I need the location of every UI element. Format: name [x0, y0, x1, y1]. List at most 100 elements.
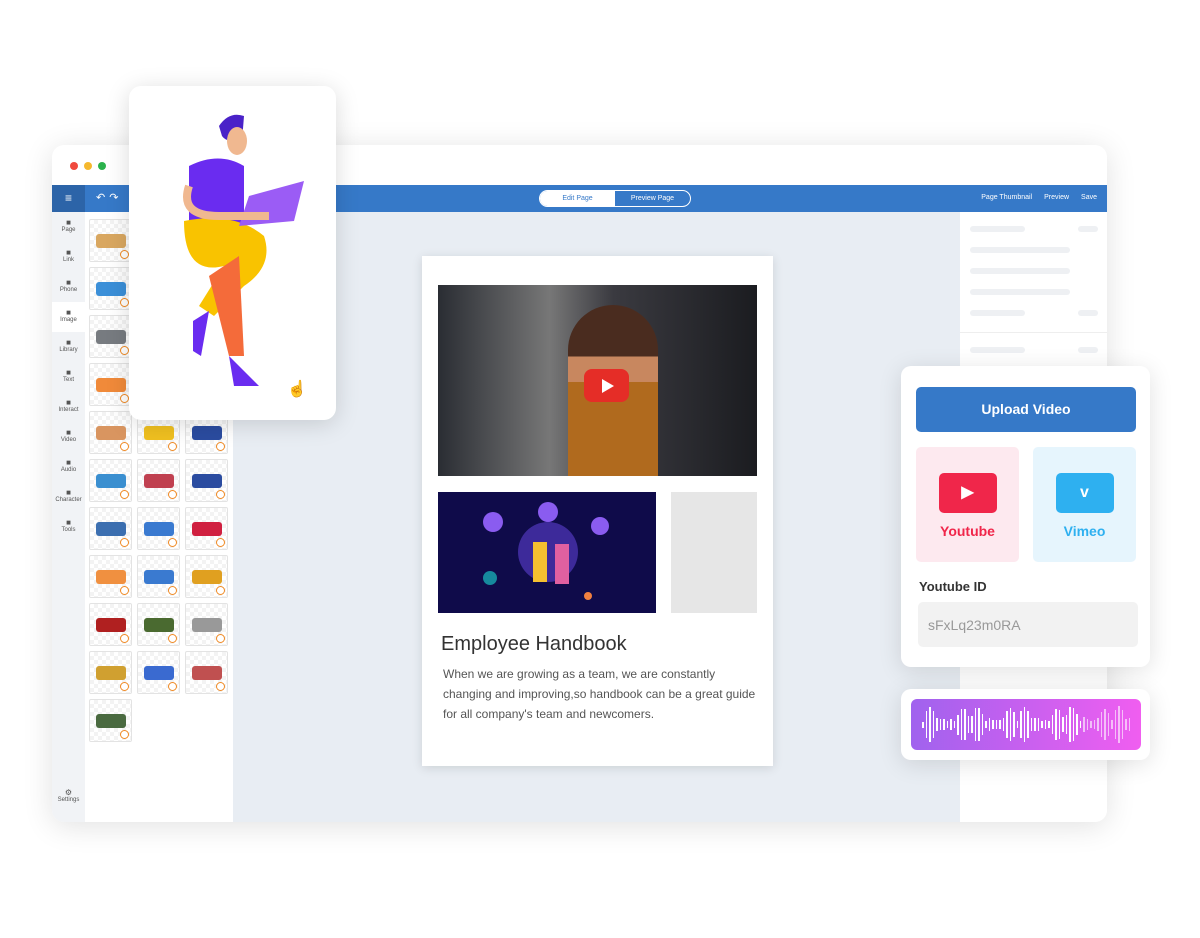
asset-thumbnail[interactable] [89, 507, 132, 550]
waveform-bar [1058, 709, 1060, 740]
sidebar-item-page[interactable]: ■ Page [52, 212, 85, 242]
waveform-bar [1111, 719, 1113, 730]
hand-cursor-icon: ☝ [287, 381, 307, 398]
phone-icon: ■ [66, 278, 71, 287]
video-thumbnail[interactable] [438, 285, 757, 476]
youtube-id-input[interactable] [918, 602, 1138, 647]
sidebar-item-text[interactable]: ■ Text [52, 362, 85, 392]
minimize-dot[interactable] [84, 162, 92, 170]
waveform-bar [1030, 718, 1032, 731]
asset-thumbnail[interactable] [89, 555, 132, 598]
waveform-bar [985, 721, 987, 728]
waveform-bar [988, 717, 990, 732]
asset-thumbnail[interactable] [137, 459, 180, 502]
asset-thumbnail[interactable] [137, 507, 180, 550]
sidebar-item-audio[interactable]: ■ Audio [52, 452, 85, 482]
audio-card [901, 689, 1150, 760]
sidebar-item-link[interactable]: ■ Link [52, 242, 85, 272]
mode-switch[interactable]: Edit Page Preview Page [539, 190, 691, 207]
preview-button[interactable]: Preview [1044, 194, 1069, 201]
waveform-bar [1034, 718, 1036, 731]
sidebar-item-tools[interactable]: ■ Tools [52, 512, 85, 542]
sidebar-item-image[interactable]: ■ Image [52, 302, 85, 332]
waveform-bar [922, 721, 924, 728]
waveform-bar [932, 710, 934, 739]
image-icon: ■ [66, 308, 71, 317]
asset-thumbnail[interactable] [137, 603, 180, 646]
waveform-bar [1079, 720, 1081, 729]
asset-thumbnail[interactable] [185, 603, 228, 646]
maximize-dot[interactable] [98, 162, 106, 170]
waveform-bar [971, 715, 973, 734]
waveform-bar [1013, 712, 1015, 737]
youtube-id-label: Youtube ID [919, 579, 987, 594]
waveform-bar [1114, 710, 1116, 739]
waveform-bar [967, 716, 969, 733]
page-title: Employee Handbook [441, 633, 627, 655]
waveform-bar [1100, 711, 1102, 738]
text-icon: ■ [66, 368, 71, 377]
link-icon: ■ [66, 248, 71, 257]
asset-thumbnail[interactable] [89, 459, 132, 502]
close-dot[interactable] [70, 162, 78, 170]
sidebar-item-phone[interactable]: ■ Phone [52, 272, 85, 302]
asset-thumbnail[interactable] [185, 507, 228, 550]
audio-icon: ■ [66, 458, 71, 467]
waveform-bar [1107, 713, 1109, 736]
waveform-bar [1093, 720, 1095, 729]
asset-thumbnail[interactable] [89, 411, 132, 454]
asset-thumbnail[interactable] [137, 555, 180, 598]
waveform-bar [1023, 706, 1025, 743]
waveform-bar [1121, 710, 1123, 739]
asset-thumbnail[interactable] [89, 363, 132, 406]
waveform-bar [1104, 708, 1106, 741]
waveform-bar [1044, 719, 1046, 730]
upload-video-button[interactable]: Upload Video [916, 387, 1136, 432]
hamburger-icon[interactable]: ≡ [52, 185, 85, 212]
play-icon[interactable] [584, 369, 629, 402]
waveform-bar [1027, 710, 1029, 739]
waveform-bar [1037, 717, 1039, 732]
waveform-bar [992, 719, 994, 730]
waveform-bar [1020, 710, 1022, 739]
asset-thumbnail[interactable] [185, 555, 228, 598]
asset-thumbnail[interactable] [89, 315, 132, 358]
undo-redo-icons[interactable]: ↶↷ [96, 191, 122, 204]
youtube-source-button[interactable]: ▶ Youtube [916, 447, 1019, 562]
asset-thumbnail[interactable] [137, 651, 180, 694]
interact-icon: ■ [66, 398, 71, 407]
asset-thumbnail[interactable] [89, 651, 132, 694]
audio-waveform[interactable] [911, 699, 1141, 750]
page-preview: Employee Handbook When we are growing as… [422, 256, 773, 766]
sidebar-item-video[interactable]: ■ Video [52, 422, 85, 452]
waveform-bar [1086, 718, 1088, 731]
sidebar-item-library[interactable]: ■ Library [52, 332, 85, 362]
waveform-bar [939, 719, 941, 730]
waveform-bar [1041, 720, 1043, 729]
waveform-bar [1069, 707, 1071, 742]
sidebar-rail: ■ Page ■ Link ■ Phone ■ Image ■ Library ■ Text ■ Inte… [52, 212, 85, 822]
edit-page-tab[interactable]: Edit Page [540, 191, 615, 206]
preview-page-tab[interactable]: Preview Page [615, 191, 690, 206]
asset-thumbnail[interactable] [89, 267, 132, 310]
waveform-bar [1002, 718, 1004, 731]
asset-thumbnail[interactable] [89, 219, 132, 262]
asset-thumbnail[interactable] [89, 603, 132, 646]
asset-thumbnail[interactable] [185, 651, 228, 694]
vimeo-source-button[interactable]: v Vimeo [1033, 447, 1136, 562]
waveform-bar [999, 719, 1001, 730]
page-thumbnail-button[interactable]: Page Thumbnail [981, 194, 1032, 201]
page-icon: ■ [66, 218, 71, 227]
asset-thumbnail[interactable] [185, 459, 228, 502]
save-button[interactable]: Save [1081, 194, 1097, 201]
sidebar-item-settings[interactable]: ⚙ Settings [52, 782, 85, 812]
waveform-bar [964, 708, 966, 741]
waveform-bar [960, 708, 962, 741]
character-illustration [183, 114, 304, 386]
asset-thumbnail[interactable] [89, 699, 132, 742]
window-controls[interactable] [70, 162, 106, 170]
sidebar-item-interact[interactable]: ■ Interact [52, 392, 85, 422]
illustration-image [438, 492, 656, 613]
sidebar-item-character[interactable]: ■ Character [52, 482, 85, 512]
waveform-bar [925, 711, 927, 738]
